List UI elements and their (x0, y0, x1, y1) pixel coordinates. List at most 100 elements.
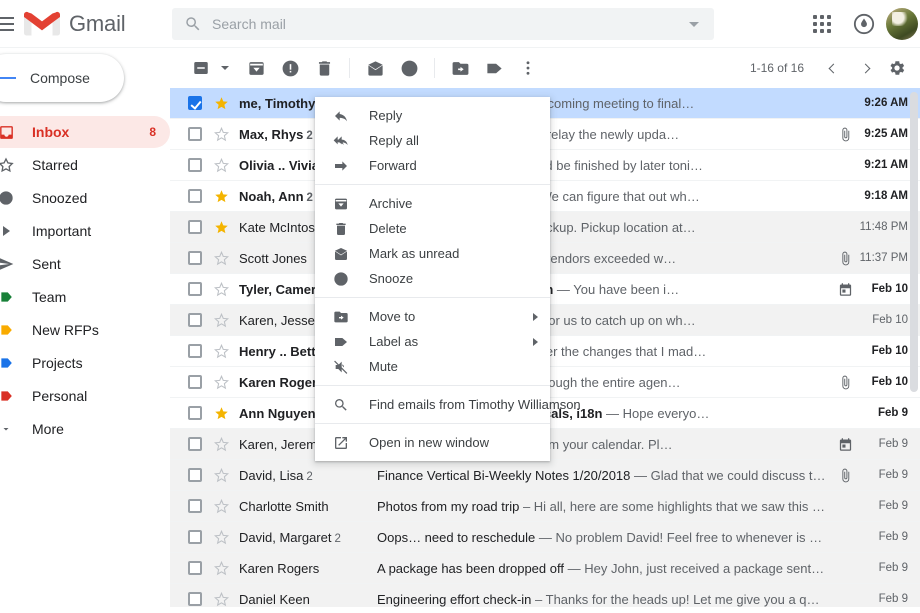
menu-item-label: Find emails from Timothy Williamson (369, 397, 581, 412)
star-icon[interactable] (214, 312, 229, 328)
row-checkbox[interactable] (188, 282, 202, 296)
label-icon (0, 353, 16, 373)
menu-item-reply-all[interactable]: Reply all (315, 128, 550, 153)
table-row[interactable]: Karen Rogers A package has been dropped o… (170, 553, 920, 584)
sidebar-item-label: Snoozed (32, 190, 88, 206)
clock-icon (331, 271, 351, 287)
menu-divider (315, 297, 550, 298)
row-checkbox[interactable] (188, 530, 202, 544)
star-icon[interactable] (214, 220, 229, 235)
label-icon[interactable] (477, 51, 511, 85)
star-icon[interactable] (214, 189, 229, 204)
select-all-dropdown-icon[interactable] (221, 66, 229, 70)
row-checkbox[interactable] (188, 127, 202, 141)
chevron-right-icon[interactable] (850, 53, 880, 83)
clock-icon[interactable] (392, 51, 426, 85)
row-checkbox[interactable] (188, 313, 202, 327)
menu-item-archive[interactable]: Archive (315, 191, 550, 216)
row-checkbox[interactable] (188, 406, 202, 420)
row-checkbox[interactable] (188, 344, 202, 358)
sidebar-item-snoozed[interactable]: Snoozed (0, 182, 170, 214)
sidebar-item-sent[interactable]: Sent (0, 248, 170, 280)
sidebar-item-more[interactable]: More (0, 413, 170, 445)
sidebar-item-new-rfps[interactable]: New RFPs (0, 314, 170, 346)
row-checkbox[interactable] (188, 158, 202, 172)
menu-item-mark-as-unread[interactable]: Mark as unread (315, 241, 550, 266)
menu-item-open-in-new-window[interactable]: Open in new window (315, 430, 550, 455)
archive-icon[interactable] (239, 51, 273, 85)
list-scrollbar[interactable] (910, 92, 918, 613)
more-vertical-icon[interactable] (511, 51, 545, 85)
star-icon[interactable] (214, 560, 229, 576)
row-checkbox[interactable] (188, 437, 202, 451)
move-to-icon[interactable] (443, 51, 477, 85)
mail-toolbar: 1-16 of 16 (170, 48, 920, 88)
sidebar-item-team[interactable]: Team (0, 281, 170, 313)
menu-item-label-as[interactable]: Label as (315, 329, 550, 354)
row-attachment-icon (832, 468, 858, 483)
compose-button[interactable]: Compose (0, 54, 124, 102)
gear-icon[interactable] (882, 53, 912, 83)
row-checkbox[interactable] (188, 561, 202, 575)
sidebar-item-personal[interactable]: Personal (0, 380, 170, 412)
star-icon[interactable] (214, 250, 229, 266)
row-checkbox[interactable] (188, 468, 202, 482)
star-icon[interactable] (214, 374, 229, 390)
sidebar-item-starred[interactable]: Starred (0, 149, 170, 181)
header-actions (802, 0, 918, 48)
star-icon[interactable] (214, 157, 229, 173)
star-icon[interactable] (214, 343, 229, 359)
row-checkbox[interactable] (188, 189, 202, 203)
hamburger-icon[interactable] (0, 0, 18, 48)
select-all-checkbox-icon[interactable] (184, 51, 218, 85)
avatar[interactable] (886, 8, 918, 40)
scrollbar-thumb[interactable] (910, 92, 918, 392)
row-checkbox[interactable] (188, 375, 202, 389)
apps-grid-icon[interactable] (802, 4, 842, 44)
gmail-wordmark: Gmail (69, 10, 126, 36)
row-checkbox[interactable] (188, 251, 202, 265)
sidebar-item-label: Starred (32, 157, 78, 173)
bell-icon[interactable] (844, 4, 884, 44)
search-input[interactable] (202, 16, 674, 32)
star-icon[interactable] (214, 281, 229, 297)
sidebar-item-projects[interactable]: Projects (0, 347, 170, 379)
star-icon[interactable] (214, 467, 229, 483)
table-row[interactable]: David, Lisa 2 Finance Vertical Bi-Weekly N… (170, 460, 920, 491)
sidebar-item-inbox[interactable]: Inbox 8 (0, 116, 170, 148)
menu-item-delete[interactable]: Delete (315, 216, 550, 241)
search-options-icon[interactable] (674, 8, 714, 40)
row-checkbox[interactable] (188, 499, 202, 513)
gmail-app: Gmail Search mail Compose Inbox 8 Starre… (0, 0, 920, 613)
email-context-menu: Reply Reply all Forward Archive Delete Mark a… (315, 97, 581, 461)
menu-item-mute[interactable]: Mute (315, 354, 550, 379)
gmail-logo[interactable]: Gmail (24, 10, 126, 37)
row-checkbox[interactable] (188, 592, 202, 606)
row-attachment-icon (832, 127, 858, 142)
row-checkbox[interactable] (188, 220, 202, 234)
chevron-left-icon[interactable] (818, 53, 848, 83)
row-checkbox[interactable] (188, 96, 202, 110)
menu-item-forward[interactable]: Forward (315, 153, 550, 178)
table-row[interactable]: David, Margaret 2 Oops… need to reschedule… (170, 522, 920, 553)
star-icon[interactable] (214, 126, 229, 142)
star-icon[interactable] (214, 406, 229, 421)
trash-icon[interactable] (307, 51, 341, 85)
search-bar[interactable] (172, 8, 714, 40)
sidebar-item-important[interactable]: Important (0, 215, 170, 247)
table-row[interactable]: Charlotte Smith Photos from my road trip … (170, 491, 920, 522)
menu-item-label: Archive (369, 196, 413, 211)
menu-item-reply[interactable]: Reply (315, 103, 550, 128)
menu-item-find-emails-from-timothy-williamson[interactable]: Find emails from Timothy Williamson (315, 392, 581, 417)
menu-item-move-to[interactable]: Move to (315, 304, 550, 329)
mark-unread-icon[interactable] (358, 51, 392, 85)
star-icon[interactable] (214, 96, 229, 111)
report-spam-icon[interactable] (273, 51, 307, 85)
row-sender: Charlotte Smith (239, 498, 329, 514)
star-icon[interactable] (214, 529, 229, 545)
row-subject-snippet: A package has been dropped off — Hey Joh… (377, 560, 832, 576)
star-icon[interactable] (214, 436, 229, 452)
star-icon[interactable] (214, 591, 229, 607)
menu-item-snooze[interactable]: Snooze (315, 266, 550, 291)
star-icon[interactable] (214, 498, 229, 514)
